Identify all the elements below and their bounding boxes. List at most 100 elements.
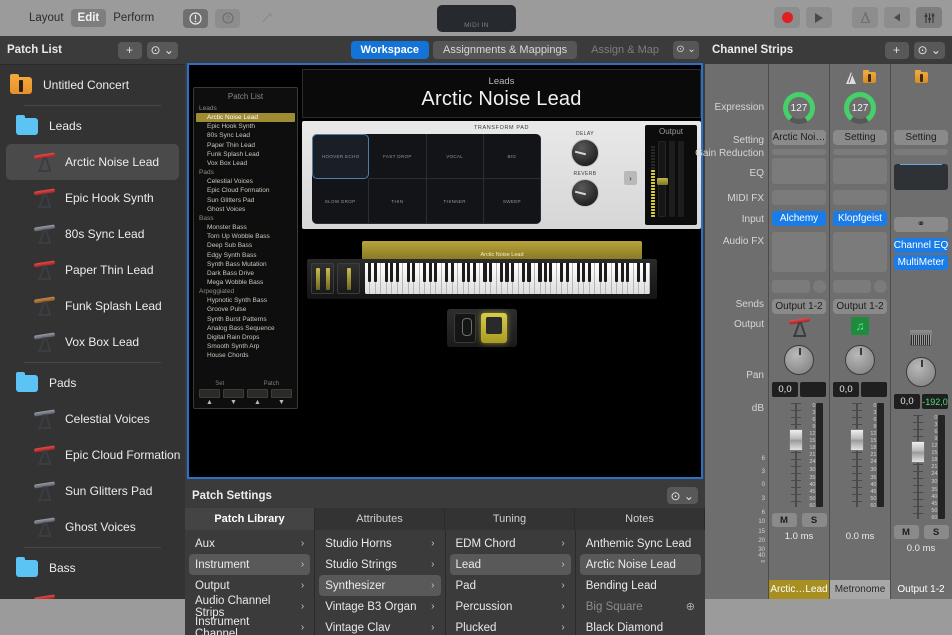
ipl-item[interactable]: Arctic Noise Lead	[196, 113, 295, 122]
sends-knob[interactable]	[813, 280, 826, 293]
channel-strip-name[interactable]: Arctic…Lead	[769, 580, 829, 599]
library-item[interactable]: Big Square⊕	[580, 596, 701, 617]
ipl-item[interactable]: Synth Burst Patterns	[196, 315, 295, 324]
ipl-set-next-button[interactable]	[223, 389, 244, 398]
workspace-action-menu[interactable]: ⊙ ⌄	[673, 41, 699, 59]
plugin-window[interactable]: TRANSFORM PAD HOOVER ECHO FAST DROP VOCA…	[302, 121, 701, 229]
ipl-item[interactable]: Smooth Synth Arp	[196, 342, 295, 351]
setting-selector[interactable]: Setting	[894, 130, 948, 145]
audio-fx-slot[interactable]	[772, 232, 826, 272]
ipl-item[interactable]: Digital Rain Drops	[196, 333, 295, 342]
library-item[interactable]: Instrument›	[189, 554, 310, 575]
workspace-canvas[interactable]: Patch List Leads Arctic Noise Lead Epic …	[187, 63, 703, 479]
tab-workspace[interactable]: Workspace	[351, 41, 430, 59]
keyboard-widget[interactable]: Arctic Noise Lead	[302, 237, 701, 362]
sidebar-item-vox-box-lead[interactable]: Vox Box Lead	[0, 324, 185, 360]
channel-strip-arctic-noise-lead[interactable]: 127 Arctic Noi… Alchemy Output 1-2 0,0	[768, 64, 829, 599]
channel-strip-metronome[interactable]: 127 Setting Klopfgeist Output 1-2 ♫ 0,0	[829, 64, 890, 599]
pan-knob-group[interactable]	[769, 338, 829, 382]
channel-strips-action-menu[interactable]: ⊙ ⌄	[914, 42, 945, 59]
fader-handle[interactable]	[911, 441, 925, 463]
expression-dial[interactable]: 127	[844, 92, 876, 124]
tab-patch-library[interactable]: Patch Library	[185, 508, 315, 530]
expression-dial[interactable]: 127	[783, 92, 815, 124]
ipl-item[interactable]: 80s Sync Lead	[196, 131, 295, 140]
reverb-knob[interactable]	[571, 179, 599, 207]
metronome-icon[interactable]	[844, 71, 857, 84]
metronome-button[interactable]	[852, 7, 878, 28]
ipl-item[interactable]: Ghost Voices	[196, 205, 295, 214]
pan-knob[interactable]	[784, 345, 814, 375]
sidebar-item-funk-splash-lead[interactable]: Funk Splash Lead	[0, 288, 185, 324]
ipl-item[interactable]: Epic Cloud Formation	[196, 186, 295, 195]
audio-fx-list[interactable]: Channel EQ MultiMeter	[891, 238, 951, 270]
sidebar-item-leads-folder[interactable]: ▾ Leads	[0, 108, 185, 144]
volume-fader[interactable]	[911, 415, 925, 519]
ipl-item[interactable]: Dark Bass Drive	[196, 269, 295, 278]
library-item[interactable]: Black Diamond	[580, 617, 701, 635]
midi-fx-slot[interactable]	[772, 190, 826, 205]
transform-pad[interactable]: HOOVER ECHO FAST DROP VOCAL BIG SLOW DRO…	[312, 134, 541, 224]
output-fader-cap[interactable]	[657, 178, 668, 185]
library-item[interactable]: Pad›	[450, 575, 571, 596]
library-item[interactable]: Vintage B3 Organ›	[319, 596, 440, 617]
pad-cell[interactable]: SLOW DROP	[312, 179, 369, 224]
tab-assignments-mappings[interactable]: Assignments & Mappings	[433, 41, 577, 59]
ipl-item[interactable]: Funk Splash Lead	[196, 150, 295, 159]
output-fader[interactable]	[658, 141, 666, 217]
fader-handle[interactable]	[789, 429, 803, 451]
patch-settings-tabs[interactable]: Patch Library Attributes Tuning Notes	[185, 508, 705, 530]
eq-slot[interactable]	[833, 158, 887, 184]
midi-fx-slot[interactable]	[833, 190, 887, 205]
add-channel-strip-button[interactable]: +	[885, 42, 909, 59]
audio-fx-item[interactable]: MultiMeter	[894, 255, 948, 270]
ipl-item[interactable]: Mega Wobble Bass	[196, 278, 295, 287]
sidebar-item-bass-folder[interactable]: ▾ Bass	[0, 550, 185, 586]
ipl-item[interactable]: Synth Bass Mutation	[196, 260, 295, 269]
play-button[interactable]	[806, 7, 832, 28]
library-item[interactable]: Bending Lead	[580, 575, 701, 596]
ipl-item[interactable]: Vox Box Lead	[196, 159, 295, 168]
help-icon[interactable]: ?	[215, 9, 240, 28]
folder-icon[interactable]	[915, 72, 928, 83]
mode-edit-button[interactable]: Edit	[71, 9, 107, 27]
sidebar-item-sun-glitters-pad[interactable]: Sun Glitters Pad	[0, 473, 185, 509]
mode-layout-button[interactable]: Layout	[22, 9, 71, 27]
sidebar-item-80s-sync-lead[interactable]: 80s Sync Lead	[0, 216, 185, 252]
pedal-widget[interactable]	[447, 309, 517, 347]
expression-pedal-icon[interactable]	[454, 313, 476, 343]
pad-cell[interactable]: SWEEP	[484, 179, 541, 224]
patch-library-column-2[interactable]: Studio Horns› Studio Strings› Synthesize…	[315, 530, 445, 635]
pad-cell[interactable]: THIN	[369, 179, 426, 224]
delay-knob-group[interactable]: DELAY	[550, 131, 620, 167]
ipl-item[interactable]: Monster Bass	[196, 223, 295, 232]
pan-knob[interactable]	[906, 357, 936, 387]
patch-library-column-1[interactable]: Aux› Instrument› Output› Audio Channel S…	[185, 530, 315, 635]
library-item[interactable]: EDM Chord›	[450, 533, 571, 554]
solo-button[interactable]: S	[924, 525, 949, 539]
sidebar-item-concert[interactable]: Untitled Concert	[0, 67, 185, 103]
db-row[interactable]: 0,0 -192,0	[891, 394, 951, 409]
pan-knob-group[interactable]	[830, 338, 890, 382]
tuner-icon[interactable]	[254, 9, 279, 28]
pad-cell[interactable]: BIG	[484, 134, 541, 179]
pad-cell[interactable]: FAST DROP	[369, 134, 426, 179]
ipl-set-prev-button[interactable]	[199, 389, 220, 398]
ipl-item[interactable]: Paper Thin Lead	[196, 141, 295, 150]
audio-fx-item[interactable]: Channel EQ	[894, 238, 948, 253]
sends-slot[interactable]	[772, 280, 810, 293]
back-button[interactable]	[884, 7, 910, 28]
ipl-item[interactable]: Groove Pulse	[196, 305, 295, 314]
tab-attributes[interactable]: Attributes	[315, 508, 445, 530]
download-icon[interactable]: ⊕	[686, 600, 695, 613]
output-selector[interactable]: Output 1-2	[833, 299, 887, 314]
sidebar-action-menu[interactable]: ⊙ ⌄	[147, 42, 178, 59]
input-instrument-slot[interactable]: Alchemy	[772, 211, 826, 226]
expression-dial-group[interactable]: 127	[769, 86, 829, 130]
sends-knob[interactable]	[874, 280, 887, 293]
sidebar-item-epic-hook-synth[interactable]: Epic Hook Synth	[0, 180, 185, 216]
library-item[interactable]: Aux›	[189, 533, 310, 554]
folder-icon[interactable]	[863, 72, 876, 83]
sidebar-item-arctic-noise-lead[interactable]: Arctic Noise Lead	[6, 144, 179, 180]
mute-solo-row[interactable]: M S	[769, 513, 829, 527]
